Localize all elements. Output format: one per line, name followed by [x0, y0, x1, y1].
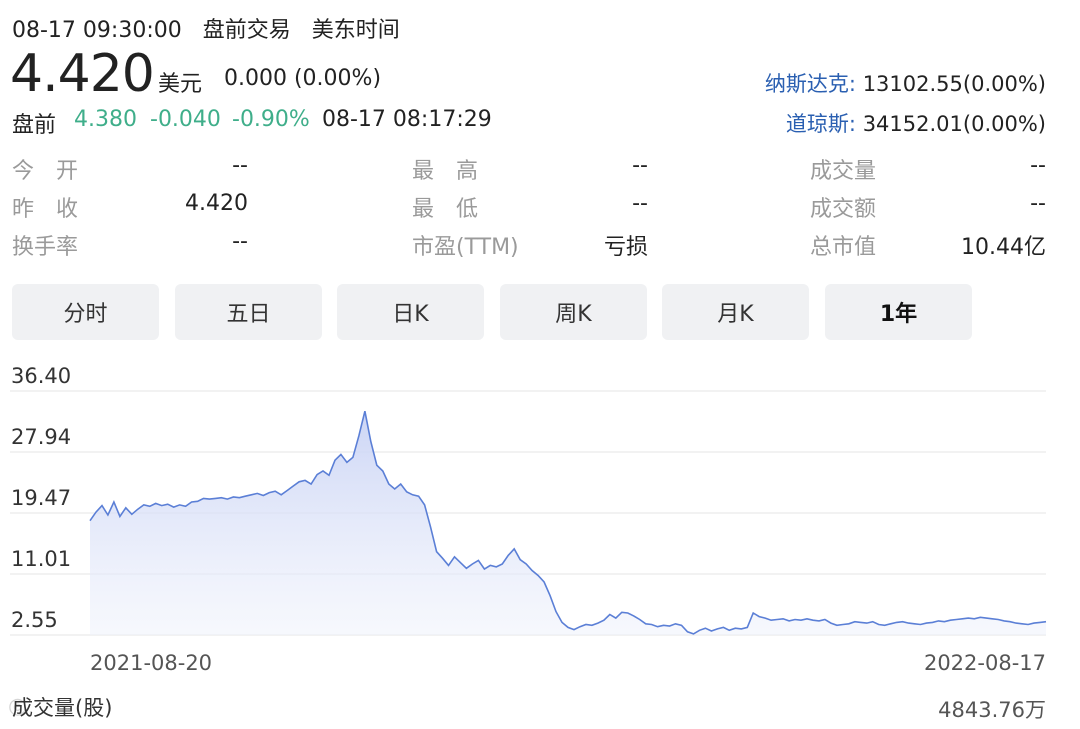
current-price: 4.420	[10, 44, 155, 104]
premarket-change: -0.040	[150, 107, 221, 132]
session-label: 盘前交易	[202, 18, 291, 43]
stat-value: 10.44亿	[961, 235, 1046, 260]
timezone-label: 美东时间	[311, 18, 400, 43]
stat-value: --	[632, 153, 648, 178]
tab-monthly-k[interactable]: 月K	[662, 284, 809, 340]
stat-label: 市盈(TTM)	[412, 235, 519, 260]
y-tick-label: 27.94	[11, 425, 71, 449]
stat-label: 最 高	[412, 159, 479, 184]
y-tick-label: 2.55	[11, 608, 58, 632]
premarket-price: 4.380	[74, 107, 137, 132]
stat-label: 成交量	[810, 159, 877, 184]
volume-label: 成交量(股)	[12, 696, 113, 720]
stat-label: 昨 收	[12, 197, 79, 222]
stat-label: 换手率	[12, 235, 79, 260]
header-bar: 08-17 09:30:00 盘前交易 美东时间	[12, 12, 400, 44]
stat-value: 4.420	[185, 191, 248, 216]
premarket-pct: -0.90%	[232, 107, 310, 132]
period-tabs: 分时 五日 日K 周K 月K 1年	[12, 284, 972, 340]
price-chart[interactable]: 36.40 27.94 19.47 11.01 2.55 2021-08-20 2022-…	[0, 345, 1080, 685]
tab-weekly-k[interactable]: 周K	[500, 284, 647, 340]
stat-value: --	[232, 229, 248, 254]
volume-value: 4843.76万	[938, 698, 1046, 722]
stat-value: --	[1030, 191, 1046, 216]
stat-value: --	[632, 191, 648, 216]
tab-daily-k[interactable]: 日K	[337, 284, 484, 340]
tab-intraday[interactable]: 分时	[12, 284, 159, 340]
stat-label: 最 低	[412, 197, 479, 222]
stat-value: --	[232, 153, 248, 178]
stat-value: --	[1030, 153, 1046, 178]
premarket-time: 08-17 08:17:29	[322, 107, 492, 132]
x-start-label: 2021-08-20	[90, 651, 212, 675]
y-tick-label: 11.01	[11, 547, 71, 571]
stat-label: 总市值	[810, 235, 877, 260]
price-area-fill	[90, 411, 1046, 635]
index-nasdaq[interactable]: 纳斯达克: 13102.55(0.00%)	[765, 68, 1046, 98]
price-chart-svg: 36.40 27.94 19.47 11.01 2.55 2021-08-20 2022-…	[10, 364, 1047, 675]
index-dow[interactable]: 道琼斯: 34152.01(0.00%)	[786, 108, 1046, 138]
index-value: 13102.55(0.00%)	[862, 72, 1046, 96]
premarket-label: 盘前	[12, 113, 57, 138]
currency-label: 美元	[158, 72, 203, 97]
y-tick-label: 19.47	[11, 486, 71, 510]
tab-one-year[interactable]: 1年	[825, 284, 972, 340]
stat-label: 今 开	[12, 159, 79, 184]
index-value: 34152.01(0.00%)	[862, 112, 1046, 136]
index-name: 纳斯达克:	[764, 72, 856, 96]
price-change: 0.000 (0.00%)	[224, 66, 382, 91]
y-tick-label: 36.40	[11, 364, 71, 388]
tab-five-day[interactable]: 五日	[175, 284, 322, 340]
x-end-label: 2022-08-17	[924, 651, 1046, 675]
quote-datetime: 08-17 09:30:00	[12, 18, 182, 43]
index-name: 道琼斯:	[785, 112, 856, 136]
stat-value: 亏损	[603, 235, 648, 260]
stat-label: 成交额	[810, 197, 877, 222]
